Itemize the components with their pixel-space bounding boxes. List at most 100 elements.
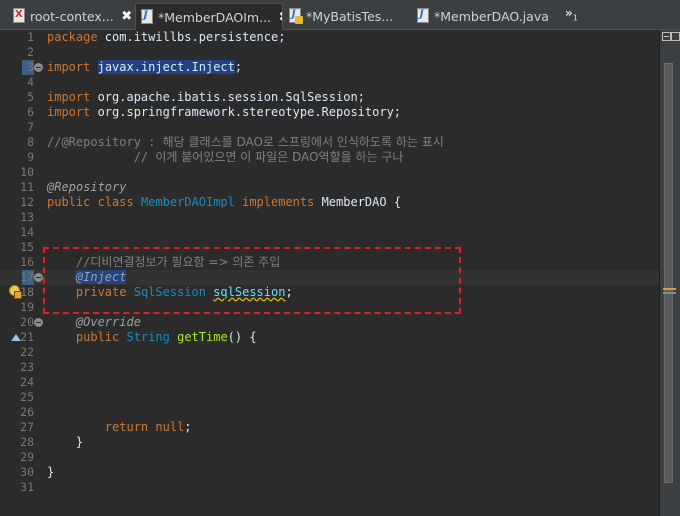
java-file-warning-icon: J	[288, 8, 303, 24]
code-text: }	[47, 465, 54, 480]
line-number: 16	[20, 255, 34, 269]
code-line[interactable]: 26	[0, 405, 659, 420]
close-icon[interactable]: ✖	[277, 10, 282, 25]
override-indicator-icon[interactable]	[11, 334, 21, 341]
code-token: }	[47, 435, 84, 449]
line-number: 9	[27, 150, 34, 164]
code-token: getTime	[177, 330, 228, 344]
code-line[interactable]: 13	[0, 210, 659, 225]
code-text: }	[47, 435, 83, 450]
code-token: //@Repository :	[47, 135, 163, 149]
code-line[interactable]: 14	[0, 225, 659, 240]
code-token: String	[126, 330, 170, 344]
code-token: org.springframework.stereotype.Repositor…	[90, 105, 402, 119]
code-text: public String getTime() {	[47, 330, 257, 345]
line-number: 14	[20, 225, 34, 239]
code-token: @Repository	[47, 180, 127, 194]
line-number: 22	[20, 345, 34, 359]
code-line[interactable]: 2	[0, 45, 659, 60]
tab-overflow-button[interactable]: »1	[565, 6, 578, 22]
code-line[interactable]: 23	[0, 360, 659, 375]
code-token: com.itwillbs.persistence;	[97, 30, 286, 44]
overflow-chevron-icon: »	[565, 6, 573, 20]
code-line[interactable]: 11 @Repository	[0, 180, 659, 195]
code-text: import org.apache.ibatis.session.SqlSess…	[47, 90, 365, 105]
code-token: ;	[184, 420, 192, 434]
code-text: import org.springframework.stereotype.Re…	[47, 105, 401, 120]
code-line[interactable]: 3 import javax.inject.Inject;	[0, 60, 659, 75]
tab-label: *MemberDAO.java	[434, 8, 549, 24]
maximize-icon[interactable]	[671, 32, 680, 41]
code-token: 해당 클래스를 DAO로 스프링에서 인식하도록 하는 표시	[162, 135, 444, 149]
code-text: package com.itwillbs.persistence;	[47, 30, 285, 45]
vertical-scrollbar[interactable]	[659, 30, 680, 516]
tab-member-dao-impl[interactable]: J *MemberDAOIm... ✖	[135, 3, 283, 30]
fold-toggle-icon[interactable]	[34, 273, 43, 282]
fold-toggle-icon[interactable]	[34, 318, 43, 327]
code-line[interactable]: 25	[0, 390, 659, 405]
code-token: public	[47, 195, 91, 209]
line-number: 24	[20, 375, 34, 389]
code-token: public	[75, 330, 120, 344]
line-number: 25	[20, 390, 34, 404]
code-line[interactable]: 8 //@Repository : 해당 클래스를 DAO로 스프링에서 인식하도…	[0, 135, 659, 150]
line-number: 1	[27, 30, 34, 44]
code-line[interactable]: 4	[0, 75, 659, 90]
code-token: import	[47, 105, 91, 119]
line-number: 8	[27, 135, 34, 149]
quick-fix-warning-icon[interactable]	[9, 285, 22, 299]
code-line[interactable]: 29	[0, 450, 659, 465]
line-number: 23	[20, 360, 34, 374]
code-line[interactable]: 6 import org.springframework.stereotype.R…	[0, 105, 659, 120]
line-number: 17	[20, 270, 34, 284]
code-line[interactable]: 5 import org.apache.ibatis.session.SqlSes…	[0, 90, 659, 105]
tab-member-dao[interactable]: J *MemberDAO.java	[412, 3, 552, 29]
tab-label: root-contex...	[30, 8, 114, 24]
code-token: import	[47, 90, 91, 104]
overview-ruler-warning-mark[interactable]	[663, 288, 676, 290]
code-line[interactable]: 24	[0, 375, 659, 390]
code-token: import	[47, 60, 91, 74]
line-number: 20	[20, 315, 34, 329]
code-line[interactable]: 22	[0, 345, 659, 360]
line-number: 2	[27, 45, 34, 59]
minimize-icon[interactable]	[662, 32, 671, 41]
close-icon[interactable]: ✖	[120, 9, 133, 24]
line-number: 26	[20, 405, 34, 419]
line-number: 4	[27, 75, 34, 89]
code-text: @Override	[47, 315, 141, 330]
code-token: MemberDAO {	[314, 195, 402, 209]
scrollbar-thumb[interactable]	[664, 63, 673, 483]
code-line[interactable]: 7	[0, 120, 659, 135]
tab-label: *MemberDAOIm...	[158, 9, 272, 25]
code-token: }	[47, 465, 55, 479]
code-text: import javax.inject.Inject;	[47, 60, 242, 75]
line-number: 13	[20, 210, 34, 224]
tab-root-context[interactable]: X root-contex... ✖	[8, 3, 133, 29]
fold-toggle-icon[interactable]	[34, 63, 43, 72]
code-token: return	[104, 420, 149, 434]
overview-ruler-occurrence-mark[interactable]	[663, 292, 676, 294]
line-number: 31	[20, 480, 34, 494]
line-number: 28	[20, 435, 34, 449]
code-line[interactable]: 21 public String getTime() {	[0, 330, 659, 345]
code-line[interactable]: 30}	[0, 465, 659, 480]
code-line[interactable]: 12 public class MemberDAOImpl implements …	[0, 195, 659, 210]
code-line[interactable]: 27 return null;	[0, 420, 659, 435]
code-line[interactable]: 20 @Override	[0, 315, 659, 330]
tab-mybatis-test[interactable]: J *MyBatisTes...	[284, 3, 394, 29]
code-line[interactable]: 28 }	[0, 435, 659, 450]
code-line[interactable]: 9 // 이게 붙어있으면 이 파일은 DAO역할을 하는 구나	[0, 150, 659, 165]
code-line[interactable]: 31	[0, 480, 659, 495]
code-line[interactable]: 10	[0, 165, 659, 180]
code-token: javax.inject.Inject	[97, 60, 235, 74]
code-line[interactable]: 1 package com.itwillbs.persistence;	[0, 30, 659, 45]
code-token: class	[97, 195, 134, 209]
line-number: 10	[20, 165, 34, 179]
code-text: @Repository	[47, 180, 126, 195]
line-number: 7	[27, 120, 34, 134]
